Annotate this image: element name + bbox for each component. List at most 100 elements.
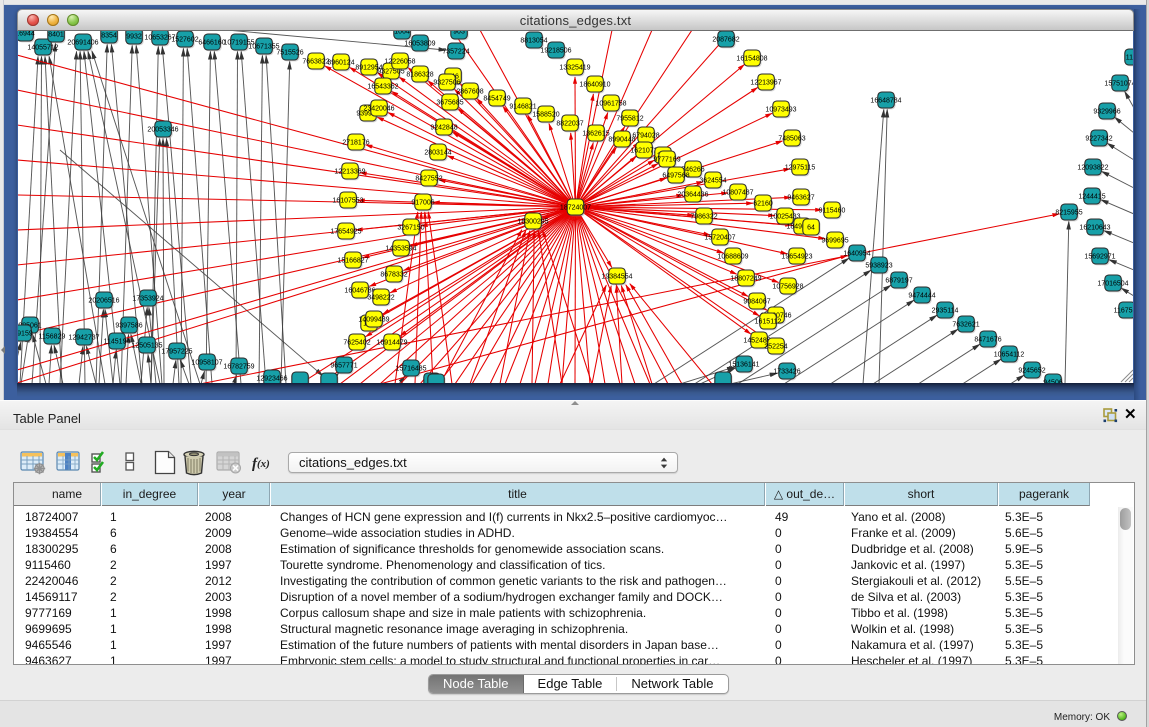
- svg-text:18724007: 18724007: [560, 204, 591, 211]
- svg-text:9327506: 9327506: [433, 79, 460, 86]
- svg-text:15166827: 15166827: [337, 257, 368, 264]
- svg-text:17957225: 17957225: [161, 348, 192, 355]
- svg-text:12923466: 12923466: [256, 375, 287, 382]
- svg-text:10688609: 10688609: [717, 253, 748, 260]
- svg-text:917006: 917006: [411, 199, 434, 206]
- svg-text:10958107: 10958107: [191, 359, 222, 366]
- svg-text:9245652: 9245652: [1018, 367, 1045, 374]
- svg-text:9397586: 9397586: [115, 322, 142, 329]
- svg-text:17654925: 17654925: [330, 228, 361, 235]
- svg-text:9699695: 9699695: [821, 237, 848, 244]
- svg-text:9932: 9932: [126, 33, 142, 40]
- svg-text:9329966: 9329966: [1093, 108, 1120, 115]
- svg-text:7663822: 7663822: [302, 58, 329, 65]
- svg-text:15716485: 15716485: [395, 365, 426, 372]
- svg-text:2867608: 2867608: [456, 88, 483, 95]
- svg-text:16210643: 16210643: [1079, 224, 1110, 231]
- svg-text:9084067: 9084067: [743, 298, 770, 305]
- svg-text:5938923: 5938923: [865, 262, 892, 269]
- svg-text:20206516: 20206516: [88, 297, 119, 304]
- svg-text:8960124: 8960124: [327, 59, 354, 66]
- svg-text:9115460: 9115460: [819, 207, 846, 214]
- svg-text:6879197: 6879197: [885, 277, 912, 284]
- svg-text:(x): (x): [257, 458, 270, 470]
- svg-text:1527602: 1527602: [171, 36, 198, 43]
- svg-text:1588520: 1588520: [532, 111, 559, 118]
- svg-text:17016504: 17016504: [1097, 280, 1128, 287]
- svg-text:39159: 39159: [18, 330, 33, 337]
- svg-text:15751074: 15751074: [1104, 80, 1133, 87]
- svg-text:23420046: 23420046: [363, 105, 394, 112]
- svg-text:7625402: 7625402: [343, 339, 370, 346]
- svg-text:8822037: 8822037: [556, 120, 583, 127]
- svg-text:2087682: 2087682: [712, 36, 739, 43]
- svg-text:1615112: 1615112: [755, 318, 782, 325]
- svg-text:18640910: 18640910: [579, 81, 610, 88]
- svg-text:7485063: 7485063: [778, 135, 805, 142]
- svg-text:6794028: 6794028: [632, 132, 659, 139]
- svg-text:20364436: 20364436: [677, 191, 708, 198]
- svg-text:64: 64: [807, 224, 815, 231]
- svg-text:15136141: 15136141: [728, 361, 759, 368]
- svg-text:16914479: 16914479: [376, 339, 407, 346]
- svg-text:7632621: 7632621: [952, 321, 979, 328]
- svg-text:8186328: 8186328: [406, 71, 433, 78]
- svg-text:8813054: 8813054: [520, 37, 547, 44]
- svg-text:19384554: 19384554: [601, 273, 632, 280]
- svg-text:9146821: 9146821: [509, 103, 536, 110]
- svg-text:16782759: 16782759: [223, 363, 254, 370]
- svg-text:9463627: 9463627: [787, 194, 814, 201]
- svg-text:8401: 8401: [48, 31, 64, 38]
- svg-text:1640954: 1640954: [843, 250, 870, 257]
- svg-text:3675685: 3675685: [436, 99, 463, 106]
- svg-text:13325419: 13325419: [559, 64, 590, 71]
- svg-text:1362615: 1362615: [582, 130, 609, 137]
- svg-text:8354: 8354: [101, 32, 117, 39]
- svg-text:14099489: 14099489: [358, 316, 389, 323]
- svg-text:12942737: 12942737: [68, 334, 99, 341]
- svg-text:10961758: 10961758: [595, 100, 626, 107]
- svg-text:62160: 62160: [753, 200, 773, 207]
- svg-text:8454749: 8454749: [483, 95, 510, 102]
- svg-text:9474444: 9474444: [908, 292, 935, 299]
- svg-text:252254: 252254: [764, 343, 787, 350]
- svg-text:12093822: 12093822: [1077, 164, 1108, 171]
- svg-text:1621072: 1621072: [630, 147, 657, 154]
- svg-text:12213967: 12213967: [750, 79, 781, 86]
- svg-text:1244415: 1244415: [1078, 193, 1105, 200]
- svg-text:8427552: 8427552: [415, 175, 442, 182]
- svg-text:16053809: 16053809: [404, 40, 435, 47]
- svg-text:16107553: 16107553: [332, 197, 363, 204]
- svg-text:10807487: 10807487: [722, 189, 753, 196]
- svg-text:903: 903: [453, 31, 465, 35]
- svg-text:9227342: 9227342: [1085, 135, 1112, 142]
- svg-text:3267150: 3267150: [397, 224, 424, 231]
- svg-text:12975115: 12975115: [785, 164, 816, 171]
- svg-text:1145194: 1145194: [104, 338, 131, 345]
- svg-text:9657771: 9657771: [330, 362, 357, 369]
- svg-text:7515526: 7515526: [276, 49, 303, 56]
- svg-text:18300295: 18300295: [517, 218, 548, 225]
- svg-text:12226058: 12226058: [384, 58, 415, 65]
- svg-text:1117: 1117: [1126, 54, 1133, 61]
- svg-text:1156829: 1156829: [39, 333, 66, 340]
- svg-text:18807249: 18807249: [730, 275, 761, 282]
- svg-text:8215955: 8215955: [1055, 209, 1082, 216]
- svg-text:20053346: 20053346: [147, 126, 178, 133]
- svg-text:12213369: 12213369: [334, 168, 365, 175]
- svg-text:8678332: 8678332: [380, 271, 407, 278]
- svg-text:8471676: 8471676: [974, 336, 1001, 343]
- svg-text:14055712: 14055712: [27, 44, 58, 51]
- svg-text:7357224: 7357224: [442, 48, 469, 55]
- svg-text:6497568: 6497568: [662, 172, 689, 179]
- svg-text:15720407: 15720407: [704, 234, 735, 241]
- svg-text:1733426: 1733426: [773, 368, 800, 375]
- svg-text:10671355: 10671355: [248, 43, 279, 50]
- svg-text:12505135: 12505135: [131, 342, 162, 349]
- svg-text:9777169: 9777169: [653, 156, 680, 163]
- svg-text:10973493: 10973493: [765, 106, 796, 113]
- svg-text:15692971: 15692971: [1084, 253, 1115, 260]
- svg-text:6466160: 6466160: [198, 39, 225, 46]
- svg-text:3624554: 3624554: [699, 177, 726, 184]
- svg-text:2803144: 2803144: [424, 149, 451, 156]
